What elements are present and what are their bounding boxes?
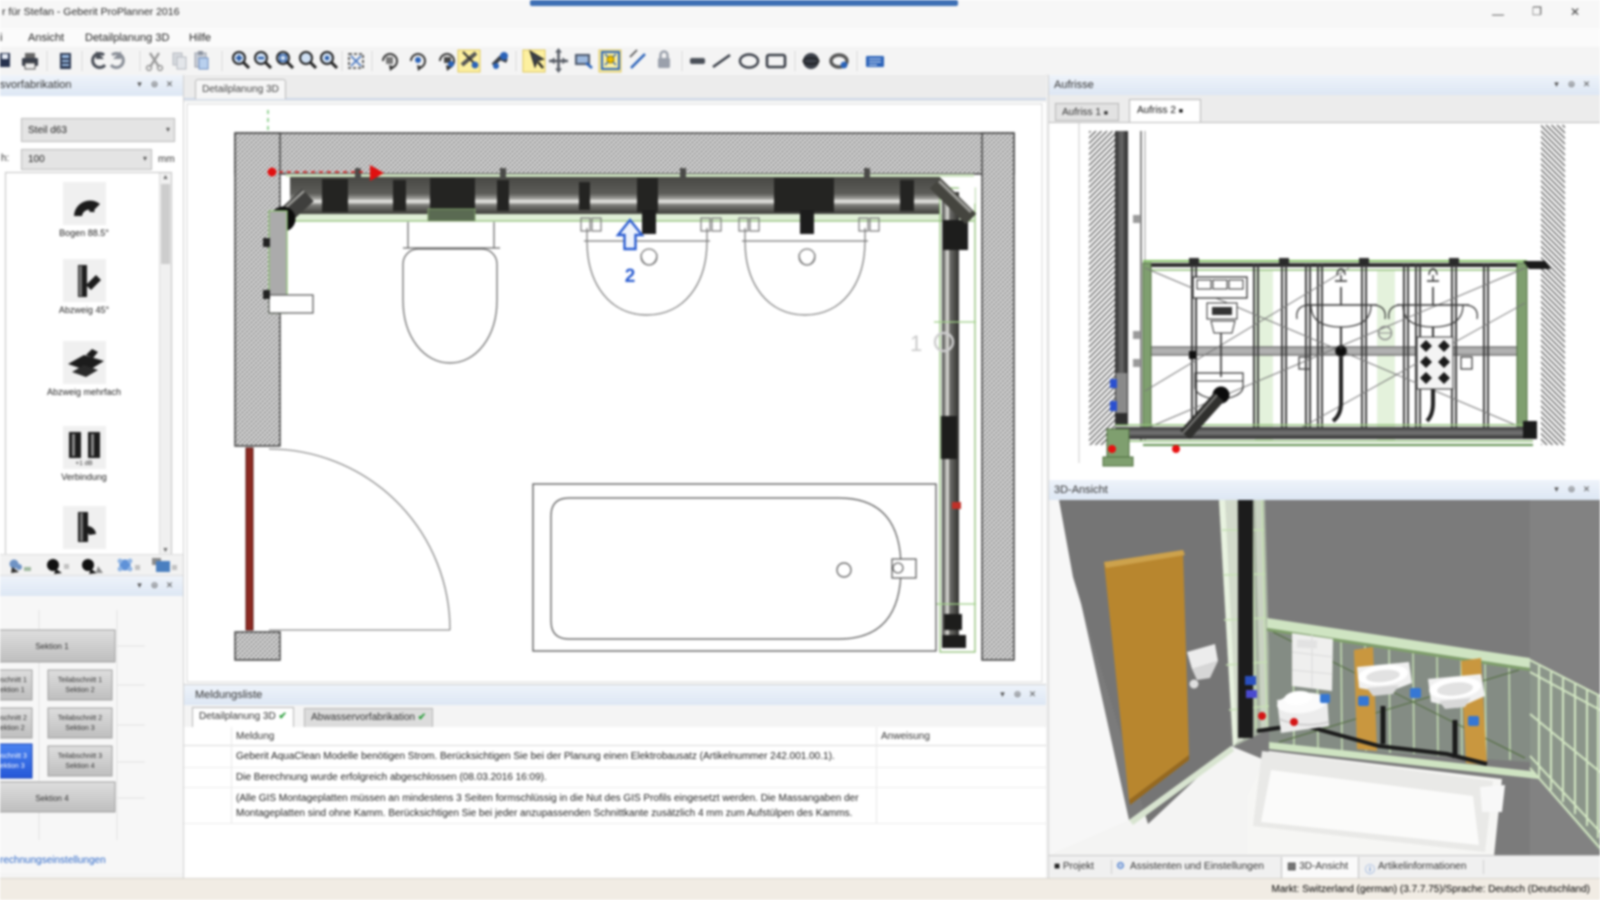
- svg-text:Sektion 1: Sektion 1: [35, 642, 69, 651]
- svg-text:Sektion 3: Sektion 3: [65, 725, 94, 732]
- svg-text:Abzweig mehrfach: Abzweig mehrfach: [47, 387, 121, 397]
- svg-text:Abzweig 45°: Abzweig 45°: [59, 305, 110, 315]
- svg-text:Sektion 1: Sektion 1: [0, 687, 25, 694]
- svg-text:Teilabschnitt 2: Teilabschnitt 2: [58, 715, 102, 722]
- svg-text:1: 1: [910, 331, 922, 356]
- svg-text:Verbindung: Verbindung: [61, 472, 107, 482]
- svg-text:abschnitt 2: abschnitt 2: [0, 715, 27, 722]
- svg-text:Teilabschnitt 1: Teilabschnitt 1: [58, 677, 102, 684]
- svg-text:abschnitt 3: abschnitt 3: [0, 753, 27, 760]
- svg-text:Sektion 2: Sektion 2: [0, 725, 25, 732]
- svg-text:Teilabschnitt 3: Teilabschnitt 3: [58, 753, 102, 760]
- svg-text:Sektion 3: Sektion 3: [0, 763, 25, 770]
- svg-text:abschnitt 1: abschnitt 1: [0, 677, 27, 684]
- svg-text:Sektion 4: Sektion 4: [65, 763, 94, 770]
- svg-text:Bogen 88.5°: Bogen 88.5°: [59, 228, 109, 238]
- svg-text:+1 dB: +1 dB: [75, 460, 92, 467]
- svg-text:Sektion 2: Sektion 2: [65, 687, 94, 694]
- svg-text:2: 2: [625, 266, 636, 287]
- svg-text:Sektion 4: Sektion 4: [35, 794, 69, 803]
